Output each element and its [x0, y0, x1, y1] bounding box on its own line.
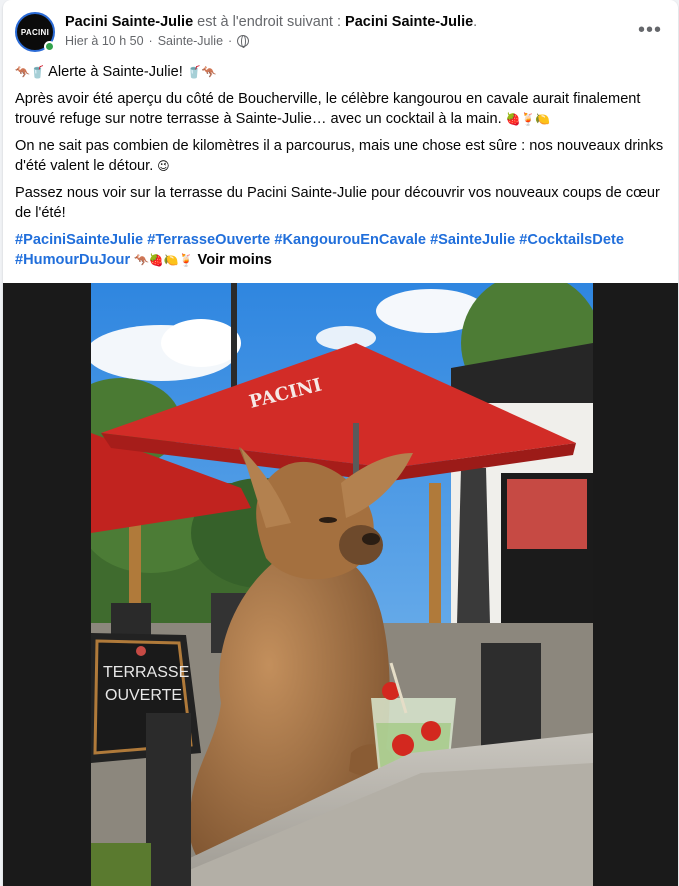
hashtag-link[interactable]: #PaciniSainteJulie — [15, 232, 143, 248]
post-media: PACINI TERRASSE OUVERTE — [3, 283, 678, 886]
see-less-link[interactable]: Voir moins — [198, 252, 272, 268]
hashtag-link[interactable]: #CocktailsDete — [519, 232, 624, 248]
paragraph-2-emoji: 😉 — [153, 159, 170, 173]
location-text: est à l'endroit suivant : — [197, 14, 341, 30]
page-name-link[interactable]: Pacini Sainte-Julie — [65, 14, 193, 30]
post-body: 🦘🥤 Alerte à Sainte-Julie! 🥤🦘 Après avoir… — [15, 62, 664, 277]
kangaroo-terrace-photo[interactable]: PACINI TERRASSE OUVERTE — [91, 283, 593, 886]
post-title-line: Pacini Sainte-Julie est à l'endroit suiv… — [65, 13, 626, 32]
avatar-logo-text: PACINI — [20, 27, 50, 37]
online-status-dot — [44, 41, 55, 52]
facebook-post: PACINI Pacini Sainte-Julie est à l'endro… — [3, 0, 678, 886]
post-header: PACINI Pacini Sainte-Julie est à l'endro… — [15, 12, 666, 54]
header-text: Pacini Sainte-Julie est à l'endroit suiv… — [65, 13, 626, 48]
photo-illustration: PACINI TERRASSE OUVERTE — [91, 283, 593, 886]
meta-separator-2: · — [228, 34, 233, 48]
post-timestamp[interactable]: Hier à 10 h 50 — [65, 34, 144, 48]
paragraph-2: On ne sait pas combien de kilomètres il … — [15, 136, 664, 177]
hashtags-emoji: 🦘🍓🍋🍹 — [130, 253, 198, 267]
hashtag-link[interactable]: #SainteJulie — [430, 232, 515, 248]
alert-line: 🦘🥤 Alerte à Sainte-Julie! 🥤🦘 — [15, 62, 664, 83]
paragraph-3-text: Passez nous voir sur la terrasse du Paci… — [15, 184, 660, 222]
hashtag-link[interactable]: #KangourouEnCavale — [274, 232, 426, 248]
hashtag-link[interactable]: #HumourDuJour — [15, 252, 130, 268]
sign-text-line2: OUVERTE — [105, 687, 182, 704]
location-suffix: . — [473, 14, 478, 30]
alert-text: Alerte à Sainte-Julie! — [44, 64, 187, 80]
location-link[interactable]: Pacini Sainte-Julie — [345, 14, 473, 30]
meta-separator: · — [148, 34, 153, 48]
post-meta: Hier à 10 h 50 · Sainte-Julie · — [65, 34, 626, 48]
more-options-button[interactable]: ••• — [634, 18, 666, 42]
paragraph-1: Après avoir été aperçu du côté de Bouche… — [15, 89, 664, 130]
hashtag-block: #PaciniSainteJulie #TerrasseOuverte #Kan… — [15, 230, 664, 271]
alert-emoji-right: 🥤🦘 — [186, 65, 217, 79]
post-place[interactable]: Sainte-Julie — [158, 34, 223, 48]
globe-icon[interactable] — [237, 35, 250, 48]
sign-text-line1: TERRASSE — [103, 664, 189, 681]
hashtag-link[interactable]: #TerrasseOuverte — [147, 232, 270, 248]
paragraph-3: Passez nous voir sur la terrasse du Paci… — [15, 183, 664, 224]
paragraph-1-emoji: 🍓🍹🍋 — [501, 112, 551, 126]
paragraph-2-text: On ne sait pas combien de kilomètres il … — [15, 137, 664, 175]
alert-emoji-left: 🦘🥤 — [15, 65, 45, 79]
